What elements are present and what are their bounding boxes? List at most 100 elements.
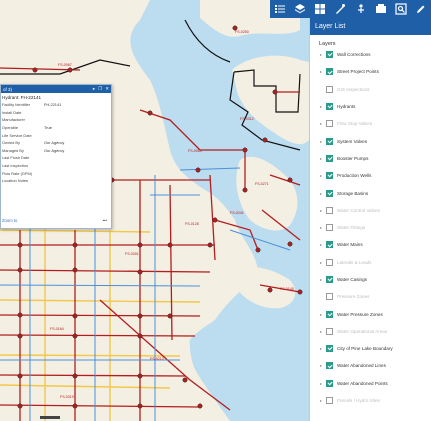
popup-field-row: Install Date [1,109,111,117]
layer-item[interactable]: ▸ Booster Pumps [310,150,431,167]
layer-label: Water Fittings [337,225,366,231]
layer-visibility-checkbox[interactable] [326,189,333,197]
layer-visibility-checkbox[interactable] [326,206,333,214]
expand-arrow-icon[interactable]: ▸ [320,208,325,213]
draw-icon[interactable] [354,2,368,16]
expand-arrow-icon[interactable]: ▸ [320,260,325,265]
popup-field-row: Owned By Our Agency [1,139,111,147]
expand-arrow-icon[interactable]: ▸ [320,398,325,403]
layer-label: Hydrants [337,104,356,110]
layer-item[interactable]: ▸ Water Casings [310,271,431,288]
field-value: True [44,125,52,131]
field-key: Install Date [2,109,22,115]
popup-field-row: Managed By Our Agency [1,147,111,155]
scale-bar [40,416,60,419]
field-value: FH-22141 [44,102,62,108]
layer-label: Water Abandoned Points [337,380,388,386]
expand-arrow-icon[interactable]: ▸ [320,346,325,351]
popup-close-button[interactable]: ✕ [105,86,109,92]
layer-label: Production Wells [337,173,372,179]
layer-item[interactable]: ▸ Water Pressure Zones [310,305,431,322]
expand-arrow-icon[interactable]: ▸ [320,329,325,334]
expand-arrow-icon[interactable]: ▸ [320,104,325,109]
layer-visibility-checkbox[interactable] [326,345,333,353]
popup-footer: Zoom to ••• [2,218,107,223]
expand-arrow-icon[interactable]: ▸ [320,69,325,74]
layer-item[interactable]: ▸ Water Abandoned Lines [310,357,431,374]
expand-arrow-icon[interactable]: ▸ [320,312,325,317]
popup-more-button[interactable]: ••• [103,218,107,223]
popup-field-row: Flow Rate (GPM) [1,169,111,177]
expand-arrow-icon[interactable]: ▸ [320,225,325,230]
map-label: FS-0067 [58,63,72,67]
popup-next-button[interactable]: ▸ [93,86,95,92]
layer-visibility-checkbox[interactable] [326,241,333,249]
edit-icon[interactable] [414,2,428,16]
layer-visibility-checkbox[interactable] [326,310,333,318]
field-key: Operable [2,125,19,131]
field-key: Facility Identifier [2,102,31,108]
layer-item[interactable]: ▸ Street Project Points [310,63,431,80]
layer-visibility-checkbox[interactable] [326,258,333,266]
layer-item[interactable]: ▸ Flow Stop Valves [310,115,431,132]
measure-icon[interactable] [333,2,347,16]
field-key: Location Notes [2,178,28,184]
map-label: FS-0063 [188,149,202,153]
layer-item[interactable]: ▸ Hydrants [310,98,431,115]
layer-item[interactable]: ▸ Water Fittings [310,219,431,236]
layer-visibility-checkbox[interactable] [326,276,333,283]
expand-arrow-icon[interactable]: ▸ [320,52,325,57]
layer-visibility-checkbox[interactable] [326,103,333,111]
popup-dock-button[interactable]: ❐ [98,86,102,92]
layer-visibility-checkbox[interactable] [326,327,333,335]
layers-icon[interactable] [293,2,307,16]
layer-item[interactable]: ▸ Wall Corrections [310,46,431,63]
layer-visibility-checkbox[interactable] [326,68,333,76]
expand-arrow-icon[interactable]: ▸ [320,173,325,178]
layer-visibility-checkbox[interactable] [326,51,333,59]
expand-arrow-icon[interactable]: ▸ [320,277,325,282]
layer-item[interactable]: GIS Inspections [310,81,431,98]
layer-item[interactable]: Pressure Zones [310,288,431,305]
expand-arrow-icon[interactable]: ▸ [320,242,325,247]
basemap-gallery-icon[interactable] [313,2,327,16]
layer-item[interactable]: ▸ Water Control Valves [310,202,431,219]
layer-item[interactable]: ▸ Laterals & Leads [310,254,431,271]
layer-item[interactable]: ▸ Production Wells [310,167,431,184]
expand-arrow-icon[interactable]: ▸ [320,381,325,386]
query-icon[interactable] [394,2,408,16]
layer-item[interactable]: ▸ Storage Basins [310,184,431,201]
layer-item[interactable]: ▸ Water Abandoned Points [310,375,431,392]
layer-label: Water Pressure Zones [337,311,383,317]
layer-list-panel: Layer List Layers ▸ Wall Corrections ▸ Stre… [309,18,431,421]
layer-item[interactable]: ▸ System Valves [310,132,431,149]
print-icon[interactable] [374,2,388,16]
layer-item[interactable]: ▸ City of Pine Lake Boundary [310,340,431,357]
layer-visibility-checkbox[interactable] [326,172,333,180]
expand-arrow-icon[interactable]: ▸ [320,139,325,144]
layer-item[interactable]: ▸ Water Operational Areas [310,323,431,340]
field-key: Life Service Date [2,132,32,138]
legend-icon[interactable] [273,2,287,16]
layer-item[interactable]: ▸ Water Mains [310,236,431,253]
layer-list: ▸ Wall Corrections ▸ Street Project Points G… [310,46,431,409]
layer-visibility-checkbox[interactable] [326,85,333,93]
layer-visibility-checkbox[interactable] [326,224,333,232]
layer-visibility-checkbox[interactable] [326,293,333,301]
layer-visibility-checkbox[interactable] [326,154,333,162]
expand-arrow-icon[interactable]: ▸ [320,156,325,161]
layer-visibility-checkbox[interactable] [326,362,333,370]
layer-label: Wall Corrections [337,52,371,58]
layer-visibility-checkbox[interactable] [326,379,333,387]
field-key: Manufacturer [2,117,25,123]
layer-visibility-checkbox[interactable] [326,397,333,405]
layer-item[interactable]: ▸ Parcels / Hydro Sites [310,392,431,409]
layer-visibility-checkbox[interactable] [326,137,333,145]
expand-arrow-icon[interactable]: ▸ [320,191,325,196]
expand-arrow-icon[interactable]: ▸ [320,121,325,126]
layer-visibility-checkbox[interactable] [326,120,333,128]
zoom-to-link[interactable]: Zoom to [2,218,17,223]
expand-arrow-icon[interactable]: ▸ [320,363,325,368]
map-label: FS-0319 [60,395,74,399]
layer-label: Street Project Points [337,69,379,75]
